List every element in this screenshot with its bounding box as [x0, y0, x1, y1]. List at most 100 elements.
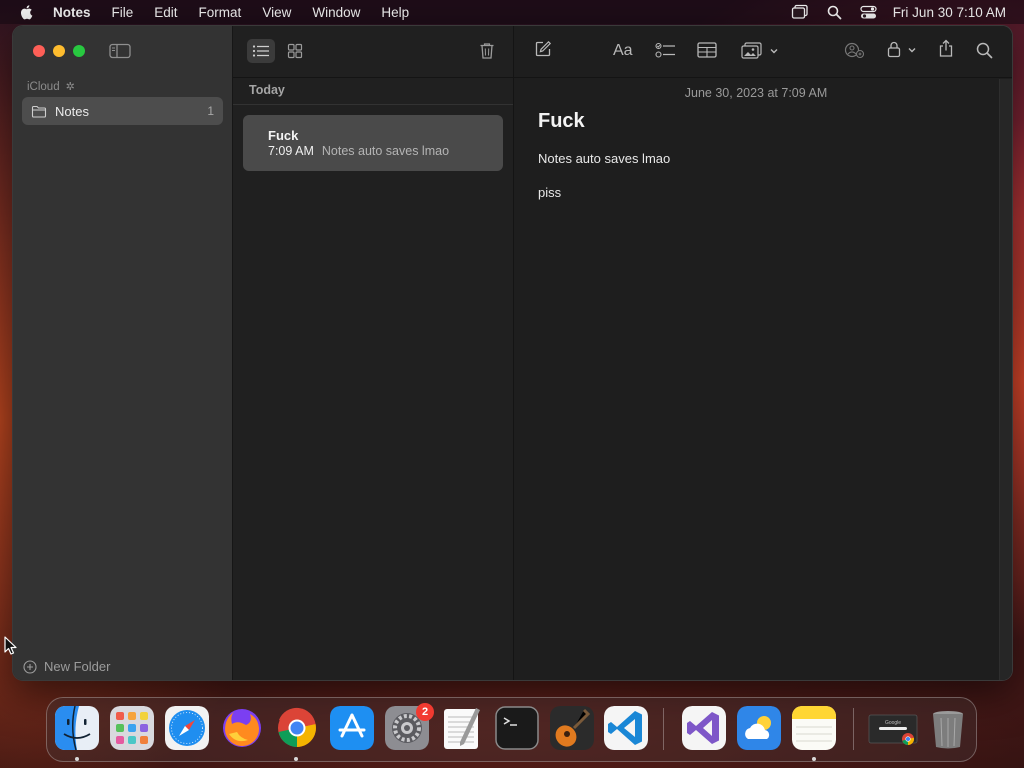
folder-note-count: 1	[207, 104, 214, 118]
share-button[interactable]	[938, 39, 954, 58]
chrome-icon	[278, 707, 316, 747]
note-list-item-subtitle: 7:09 AM Notes auto saves lmao	[268, 144, 449, 158]
spotlight-search-icon[interactable]	[827, 5, 842, 20]
menu-app-name[interactable]: Notes	[53, 5, 91, 20]
icloud-section-header[interactable]: iCloud ✲	[27, 80, 75, 94]
dock-app-app-store[interactable]	[330, 706, 374, 750]
dock-minimized-window[interactable]: Google	[867, 706, 919, 750]
dock-app-chrome[interactable]	[275, 706, 319, 750]
note-editor: Aa June 30, 2023 at 7:09 AM Fuck Notes a…	[514, 26, 1012, 680]
notes-icon	[792, 706, 836, 750]
new-folder-button[interactable]: New Folder	[23, 659, 110, 674]
dock-app-terminal[interactable]	[495, 706, 539, 750]
editor-scrollbar[interactable]	[999, 79, 1012, 680]
finder-icon	[55, 706, 99, 750]
dock-separator	[663, 708, 664, 750]
note-list-item[interactable]: Fuck 7:09 AM Notes auto saves lmao	[243, 115, 503, 171]
note-list-item-preview: Notes auto saves lmao	[321, 144, 450, 158]
folders-sidebar: iCloud ✲ Notes 1 New Folder	[13, 26, 233, 680]
lock-note-button[interactable]	[887, 41, 917, 58]
sidebar-folder-notes[interactable]: Notes 1	[22, 97, 223, 125]
table-button[interactable]	[697, 42, 717, 58]
mouse-pointer-icon	[4, 636, 17, 655]
table-icon	[697, 42, 717, 58]
collaborate-button[interactable]	[843, 41, 865, 59]
menu-help[interactable]: Help	[381, 5, 409, 20]
dock-app-launchpad[interactable]	[110, 706, 154, 750]
notes-window: iCloud ✲ Notes 1 New Folder Today Fuck 7…	[12, 25, 1013, 681]
menu-edit[interactable]: Edit	[154, 5, 177, 20]
plus-circle-icon	[23, 659, 37, 674]
section-header-today: Today	[249, 83, 285, 97]
firefox-icon	[223, 709, 261, 747]
search-icon	[976, 42, 993, 59]
note-body-line[interactable]: piss	[538, 185, 561, 200]
dock-app-textedit[interactable]	[440, 706, 484, 750]
folder-icon	[31, 105, 47, 118]
menu-format[interactable]: Format	[199, 5, 242, 20]
vscode-icon	[604, 706, 648, 750]
zoom-window-button[interactable]	[73, 45, 85, 57]
dock-app-notes[interactable]	[792, 706, 836, 750]
note-list-item-time: 7:09 AM	[268, 144, 314, 158]
launchpad-icon	[110, 706, 154, 750]
note-list-pane: Today Fuck 7:09 AM Notes auto saves lmao	[233, 26, 514, 680]
dock-app-garageband[interactable]	[550, 706, 594, 750]
running-indicator	[812, 757, 816, 761]
sidebar-toggle-icon	[109, 43, 131, 59]
checklist-button[interactable]	[655, 42, 677, 59]
dock-app-visual-studio[interactable]	[682, 706, 726, 750]
close-window-button[interactable]	[33, 45, 45, 57]
chevron-down-icon	[770, 48, 778, 53]
dock: 2 Google	[46, 697, 977, 762]
minimized-window-label: Google	[885, 720, 901, 726]
section-divider	[233, 104, 513, 105]
visual-studio-icon	[682, 706, 726, 750]
dock-separator	[853, 708, 854, 750]
share-icon	[939, 39, 953, 57]
minimize-window-button[interactable]	[53, 45, 65, 57]
screen-mirroring-icon[interactable]	[791, 4, 809, 20]
dock-app-firefox[interactable]	[220, 706, 264, 750]
dock-app-vscode[interactable]	[604, 706, 648, 750]
gallery-view-button[interactable]	[281, 39, 309, 63]
collaborate-icon	[844, 42, 865, 59]
compose-icon	[535, 40, 552, 57]
guitar-icon	[550, 706, 594, 750]
safari-icon	[165, 706, 209, 750]
menu-file[interactable]: File	[112, 5, 134, 20]
media-button[interactable]	[741, 42, 779, 59]
dock-trash[interactable]	[926, 706, 970, 750]
new-folder-label: New Folder	[44, 659, 111, 674]
dock-app-finder[interactable]	[55, 706, 99, 750]
checklist-icon	[655, 42, 675, 58]
dock-app-safari[interactable]	[165, 706, 209, 750]
dock-app-weather[interactable]	[737, 706, 781, 750]
delete-note-button[interactable]	[473, 39, 501, 63]
running-indicator	[75, 757, 79, 761]
new-note-button[interactable]	[534, 40, 552, 58]
control-center-icon[interactable]	[860, 5, 877, 20]
terminal-icon	[495, 706, 539, 750]
photo-media-icon	[741, 42, 762, 59]
menubar-clock[interactable]: Fri Jun 30 7:10 AM	[893, 5, 1006, 20]
apple-logo-icon[interactable]	[19, 4, 35, 20]
folder-name: Notes	[55, 103, 89, 119]
notification-badge: 2	[416, 703, 434, 721]
textedit-icon	[444, 708, 480, 749]
note-title[interactable]: Fuck	[538, 110, 585, 133]
menu-view[interactable]: View	[262, 5, 291, 20]
list-view-button[interactable]	[247, 39, 275, 63]
search-button[interactable]	[976, 42, 993, 59]
minimized-window-thumbnail-icon: Google	[868, 714, 918, 746]
lock-icon	[887, 41, 901, 58]
weather-icon	[737, 706, 781, 750]
toggle-sidebar-button[interactable]	[109, 43, 131, 59]
running-indicator	[294, 757, 298, 761]
menu-window[interactable]: Window	[312, 5, 360, 20]
text-format-button[interactable]: Aa	[613, 42, 633, 60]
trash-icon	[480, 43, 494, 59]
note-body-line[interactable]: Notes auto saves lmao	[538, 151, 670, 166]
trash-bin-icon	[933, 711, 963, 749]
note-list-toolbar	[233, 26, 513, 78]
